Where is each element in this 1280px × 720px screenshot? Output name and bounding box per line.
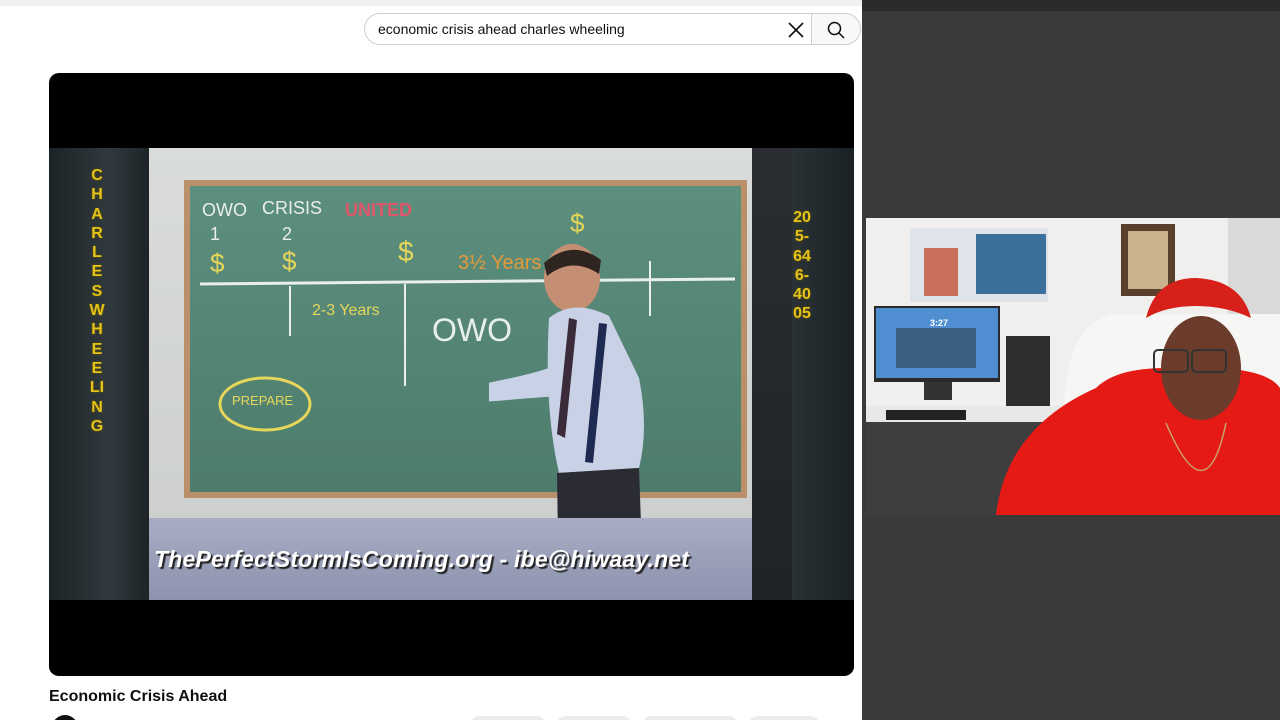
chalk-col3: UNITED	[345, 200, 412, 220]
webcam-view: 3:27	[866, 218, 1280, 515]
chalk-num2: 2	[282, 224, 293, 244]
close-icon	[788, 22, 804, 38]
chalk-prepare: PREPARE	[232, 393, 294, 408]
letterbox-bottom	[49, 600, 854, 673]
avatar[interactable]	[52, 715, 78, 720]
video-title: Economic Crisis Ahead	[49, 688, 228, 705]
top-strip	[0, 0, 862, 6]
clear-search-button[interactable]	[785, 19, 807, 41]
action-button[interactable]	[556, 716, 632, 720]
chalk-dollar-1: $	[210, 248, 225, 278]
overlay-name-vertical: CHARLES WHEELING	[89, 167, 105, 435]
search-box[interactable]	[364, 13, 812, 45]
browser-pane: CHARLES WHEELING 205-646-4005 OWO CRISIS…	[0, 0, 862, 720]
search-input[interactable]	[378, 14, 778, 44]
video-frame: CHARLES WHEELING 205-646-4005 OWO CRISIS…	[49, 148, 854, 673]
chalk-col2: CRISIS	[262, 198, 323, 218]
video-player[interactable]: CHARLES WHEELING 205-646-4005 OWO CRISIS…	[49, 73, 854, 676]
search-button[interactable]	[811, 13, 861, 45]
chalk-col1: OWO	[202, 200, 247, 220]
chalk-num1: 1	[210, 224, 221, 244]
monitor-clock: 3:27	[930, 318, 949, 328]
chalk-dollar-3: $	[398, 236, 414, 267]
search-icon	[827, 21, 845, 39]
chalk-dollar-2: $	[282, 246, 297, 276]
chalk-range: 2-3 Years	[312, 302, 380, 319]
overlay-url: ThePerfectStormIsComing.org - ibe@hiwaay…	[154, 546, 690, 572]
side-panel: 3:27	[862, 0, 1280, 720]
action-button[interactable]	[642, 716, 738, 720]
action-button[interactable]	[470, 716, 546, 720]
overlay-phone-vertical: 205-646-4005	[793, 209, 811, 323]
chalk-dollar-4: $	[570, 208, 585, 238]
webcam-scene	[866, 218, 1280, 515]
action-button[interactable]	[748, 716, 820, 720]
side-panel-top-bar	[862, 0, 1280, 11]
